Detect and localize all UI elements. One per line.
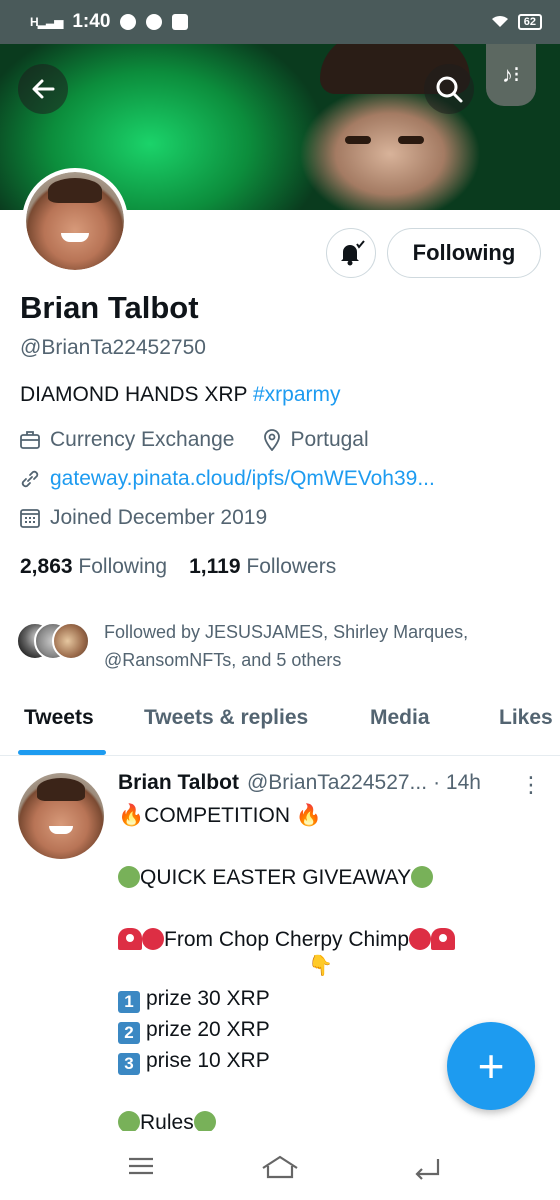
music-icon[interactable]: ♪⁝ [486,44,536,106]
profile-avatar[interactable] [22,168,128,274]
green-circle-icon [118,866,140,888]
facebook-icon [172,14,189,30]
tab-media[interactable]: Media [370,706,430,730]
clock: 1:40 [72,11,111,32]
tweet-handle: @BrianTa224527... [246,771,428,794]
green-circle-icon [193,1111,216,1131]
siren-icon [431,928,456,950]
wifi-icon [490,13,510,32]
tab-likes[interactable]: Likes [499,706,553,730]
plus-icon: + [477,1040,505,1092]
profile-link-row: gateway.pinata.cloud/ipfs/QmWEVoh39... [20,467,435,491]
green-circle-icon [118,1111,140,1131]
fire-icon: 🔥 [118,804,145,827]
red-circle-icon [409,928,432,950]
bell-check-icon [341,240,365,266]
tweet-author[interactable]: Brian Talbot [118,771,239,795]
profile-joined: Joined December 2019 [50,506,268,529]
followers-stat[interactable]: 1,119 Followers [189,555,336,579]
discord-icon [146,14,163,30]
active-tab-indicator [18,750,106,755]
following-button[interactable]: Following [387,228,541,278]
search-icon[interactable] [424,64,474,114]
back-arrow-icon[interactable] [18,64,68,114]
link-icon [20,469,40,489]
avatar [52,622,90,660]
profile-category: Currency Exchange [50,428,235,451]
follow-stats: 2,863 Following 1,119 Followers [20,555,336,579]
fire-icon: 🔥 [295,804,322,827]
followed-by-text: Followed by JESUSJAMES, Shirley Marques,… [104,622,469,670]
following-stat[interactable]: 2,863 Following [20,555,167,579]
more-vertical-icon[interactable]: ⋮ [520,772,542,798]
profile-location: Portugal [290,428,369,451]
profile-tabs: Tweets Tweets & replies Media Likes [0,686,560,756]
status-bar: H▂▃▅ 1:40 62 [0,0,560,44]
profile-name: Brian Talbot [20,290,199,325]
location-pin-icon [262,429,282,451]
siren-icon [118,928,142,950]
tab-tweets[interactable]: Tweets [24,706,94,730]
keycap-one-icon: 1 [118,991,140,1013]
tweet-header: Brian Talbot @BrianTa224527... · 14h [118,771,548,795]
menu-icon[interactable] [126,1154,156,1183]
profile-joined-row: Joined December 2019 [20,506,267,530]
signal-icon: H▂▃▅ [30,15,63,29]
profile-handle: @BrianTa22452750 [20,336,206,359]
calendar-icon [20,508,40,528]
red-circle-icon [142,928,164,950]
tab-tweets-replies[interactable]: Tweets & replies [144,706,308,730]
mutual-avatars [16,622,90,662]
notification-bell-button[interactable] [326,228,376,278]
keycap-two-icon: 2 [118,1022,140,1044]
tweet-time: · 14h [433,771,481,794]
followed-by-row[interactable]: Followed by JESUSJAMES, Shirley Marques,… [16,618,524,674]
battery-indicator: 62 [517,14,542,30]
profile-meta-row: Currency Exchange Portugal [20,428,369,452]
tweet-avatar[interactable] [18,773,104,859]
pointing-down-icon: 👇 [308,955,333,977]
back-icon[interactable] [412,1154,442,1185]
keycap-three-icon: 3 [118,1053,140,1075]
profile-website-link[interactable]: gateway.pinata.cloud/ipfs/QmWEVoh39... [50,467,435,491]
telegram-icon [120,14,137,30]
system-navigation-bar [0,1140,560,1200]
compose-tweet-button[interactable]: + [447,1022,535,1110]
home-icon[interactable] [260,1154,300,1185]
hashtag-link[interactable]: #xrparmy [253,383,341,406]
profile-bio: DIAMOND HANDS XRP #xrparmy [20,383,341,406]
green-circle-icon [411,866,434,888]
briefcase-icon [20,430,40,450]
